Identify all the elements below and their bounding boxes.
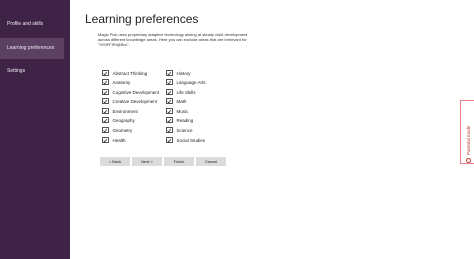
pref-label: Anatomy xyxy=(112,79,131,85)
checkmark-icon xyxy=(103,128,108,132)
checkbox[interactable] xyxy=(102,126,109,134)
pref-music[interactable]: Music xyxy=(166,107,188,115)
pref-math[interactable]: Math xyxy=(166,97,187,105)
pref-label: Geography xyxy=(112,117,135,123)
main-content: Learning preferences Magic Pick uses pro… xyxy=(70,0,460,259)
checkmark-icon xyxy=(103,71,108,75)
parental-mode-content: Parental mode xyxy=(462,103,474,163)
checkmark-icon xyxy=(167,99,172,103)
pref-label: Social Studies xyxy=(176,137,206,143)
pref-reading[interactable]: Reading xyxy=(166,116,193,124)
description-text: Magic Pick uses proprietary adaptive tec… xyxy=(98,32,248,47)
checkbox[interactable] xyxy=(102,97,109,105)
checkbox[interactable] xyxy=(102,69,109,77)
pref-social-studies[interactable]: Social Studies xyxy=(166,136,205,144)
pref-label: Math xyxy=(176,98,187,104)
checkbox[interactable] xyxy=(102,88,109,96)
sidebar-item-learning-preferences[interactable]: Learning preferences xyxy=(0,38,64,59)
checkbox[interactable] xyxy=(166,126,173,134)
pref-label: Life Skills xyxy=(176,89,196,95)
pref-label: Science xyxy=(176,127,193,133)
checkbox[interactable] xyxy=(102,136,109,144)
pref-abstract-thinking[interactable]: Abstract Thinking xyxy=(102,69,147,77)
checkmark-icon xyxy=(167,90,172,94)
pref-environment[interactable]: Environment xyxy=(102,107,138,115)
checkmark-icon xyxy=(167,138,172,142)
checkbox[interactable] xyxy=(166,69,173,77)
checkbox[interactable] xyxy=(166,88,173,96)
pref-label: Abstract Thinking xyxy=(112,70,148,76)
back-button[interactable]: < Back xyxy=(100,157,130,166)
parental-mode-tab[interactable]: Parental mode xyxy=(460,100,474,164)
cancel-button[interactable]: Cancel xyxy=(196,157,226,166)
page-title: Learning preferences xyxy=(85,12,199,26)
checkmark-icon xyxy=(167,118,172,122)
sidebar: Profile and skills Learning preferences … xyxy=(0,0,70,259)
finish-button[interactable]: Finish xyxy=(164,157,194,166)
checkmark-icon xyxy=(167,80,172,84)
checkmark-icon xyxy=(103,80,108,84)
checkbox[interactable] xyxy=(166,78,173,86)
pref-label: Creative Development xyxy=(112,98,158,104)
checkbox[interactable] xyxy=(166,136,173,144)
pref-anatomy[interactable]: Anatomy xyxy=(102,78,130,86)
parental-icon xyxy=(465,158,471,163)
pref-label: Cognitive Development xyxy=(112,89,160,95)
pref-label: Language Arts xyxy=(176,79,206,85)
checkmark-icon xyxy=(103,138,108,142)
pref-life-skills[interactable]: Life Skills xyxy=(166,88,196,96)
checkmark-icon xyxy=(103,109,108,113)
checkmark-icon xyxy=(103,90,108,94)
pref-geometry[interactable]: Geometry xyxy=(102,126,132,134)
checkbox[interactable] xyxy=(166,107,173,115)
pref-label: Health xyxy=(112,137,126,143)
pref-label: Geometry xyxy=(112,127,133,133)
parental-mode-label: Parental mode xyxy=(465,125,471,155)
pref-label: Reading xyxy=(176,117,194,123)
sidebar-item-settings[interactable]: Settings xyxy=(0,61,64,82)
pref-science[interactable]: Science xyxy=(166,126,193,134)
checkmark-icon xyxy=(167,109,172,113)
pref-geography[interactable]: Geography xyxy=(102,116,135,124)
checkbox[interactable] xyxy=(166,97,173,105)
pref-label: Music xyxy=(176,108,189,114)
checkmark-icon xyxy=(167,71,172,75)
next-button[interactable]: Next > xyxy=(132,157,162,166)
pref-label: History xyxy=(176,70,191,76)
checkbox[interactable] xyxy=(102,107,109,115)
sidebar-item-profile-and-skills[interactable]: Profile and skills xyxy=(0,14,64,35)
checkmark-icon xyxy=(103,118,108,122)
pref-creative-development[interactable]: Creative Development xyxy=(102,97,157,105)
pref-cognitive-development[interactable]: Cognitive Development xyxy=(102,88,159,96)
checkbox[interactable] xyxy=(166,116,173,124)
pref-health[interactable]: Health xyxy=(102,136,126,144)
pref-history[interactable]: History xyxy=(166,69,191,77)
checkbox[interactable] xyxy=(102,78,109,86)
pref-label: Environment xyxy=(112,108,138,114)
checkbox[interactable] xyxy=(102,116,109,124)
checkmark-icon xyxy=(103,99,108,103)
pref-language-arts[interactable]: Language Arts xyxy=(166,78,206,86)
checkmark-icon xyxy=(167,128,172,132)
